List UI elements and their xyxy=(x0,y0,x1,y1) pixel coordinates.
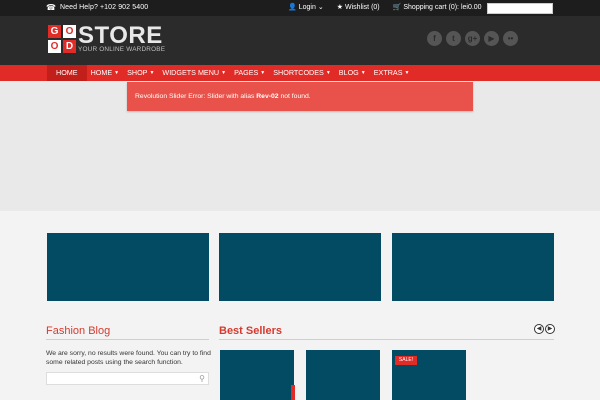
product-accent xyxy=(291,385,295,400)
nav-label: PAGES xyxy=(234,68,259,77)
chevron-down-icon: ▼ xyxy=(221,70,227,76)
logo-letter: D xyxy=(63,40,76,53)
best-sellers-title: Best Sellers xyxy=(219,325,282,337)
nav-item-extras[interactable]: EXTRAS ▼ xyxy=(370,65,414,81)
star-icon: ★ xyxy=(336,4,344,11)
chevron-down-icon: ▼ xyxy=(360,70,366,76)
blog-search-input[interactable]: ⚲ xyxy=(46,372,209,385)
facebook-icon[interactable]: f xyxy=(427,31,442,46)
chevron-down-icon: ▼ xyxy=(325,70,331,76)
site-logo[interactable]: G O O D STORE YOUR ONLINE WARDROBE xyxy=(48,22,165,56)
chevron-down-icon: ▼ xyxy=(114,70,120,76)
nav-label: SHORTCODES xyxy=(273,68,324,77)
blog-empty-message: We are sorry, no results were found. You… xyxy=(46,350,211,366)
nav-item-home[interactable]: HOME xyxy=(47,65,87,81)
login-label: Login xyxy=(298,3,316,11)
wishlist-link[interactable]: ★ Wishlist (0) xyxy=(336,3,380,12)
logo-letter: O xyxy=(48,40,61,53)
cart-label: Shopping cart (0): lei0.00 xyxy=(403,3,482,11)
nav-label: SHOP xyxy=(127,68,148,77)
nav-label: HOME xyxy=(56,68,78,77)
slider-error-message: Revolution Slider Error: Slider with ali… xyxy=(127,82,473,111)
account-links: 👤 Login ⌄ ★ Wishlist (0) 🛒 Shopping cart… xyxy=(288,3,482,12)
chevron-down-icon: ⌄ xyxy=(317,4,324,11)
nav-item-pages[interactable]: PAGES ▼ xyxy=(230,65,269,81)
cart-icon: 🛒 xyxy=(392,4,402,11)
chevron-down-icon: ▼ xyxy=(404,70,410,76)
cart-link[interactable]: 🛒 Shopping cart (0): lei0.00 xyxy=(392,3,482,12)
section-divider xyxy=(46,339,209,340)
nav-item-widgets-menu[interactable]: WIDGETS MENU ▼ xyxy=(158,65,230,81)
error-suffix: not found. xyxy=(278,93,311,100)
search-icon[interactable]: ⚲ xyxy=(199,374,205,383)
nav-label: EXTRAS xyxy=(373,68,403,77)
site-header: G O O D STORE YOUR ONLINE WARDROBE f t g… xyxy=(0,16,600,65)
nav-item-home-menu[interactable]: HOME ▼ xyxy=(87,65,124,81)
chevron-down-icon: ▼ xyxy=(260,70,266,76)
flickr-icon[interactable]: •• xyxy=(503,31,518,46)
chevron-down-icon: ▼ xyxy=(149,70,155,76)
promo-banner[interactable] xyxy=(219,233,381,301)
carousel-next-button[interactable]: ▶ xyxy=(545,324,555,334)
nav-label: HOME xyxy=(90,68,113,77)
product-card[interactable] xyxy=(306,350,380,400)
promo-banner[interactable] xyxy=(47,233,209,301)
wishlist-label: Wishlist (0) xyxy=(345,3,380,11)
youtube-icon[interactable]: ▶ xyxy=(484,31,499,46)
logo-boxes: G O O D xyxy=(48,25,76,53)
product-card[interactable] xyxy=(220,350,294,400)
carousel-prev-button[interactable]: ◀ xyxy=(534,324,544,334)
login-link[interactable]: 👤 Login ⌄ xyxy=(288,3,324,12)
top-search-input[interactable] xyxy=(487,3,553,14)
promo-banner[interactable] xyxy=(392,233,554,301)
top-bar: ☎ Need Help? +102 902 5400 👤 Login ⌄ ★ W… xyxy=(0,0,600,16)
logo-tagline: YOUR ONLINE WARDROBE xyxy=(78,46,166,53)
twitter-icon[interactable]: t xyxy=(446,31,461,46)
phone-icon: ☎ xyxy=(46,3,56,12)
social-links: f t g+ ▶ •• xyxy=(427,31,518,46)
user-icon: 👤 xyxy=(288,4,297,11)
nav-item-shortcodes[interactable]: SHORTCODES ▼ xyxy=(269,65,335,81)
google-plus-icon[interactable]: g+ xyxy=(465,31,480,46)
error-prefix: Revolution Slider Error: Slider with ali… xyxy=(135,93,257,100)
help-text: Need Help? +102 902 5400 xyxy=(59,4,149,11)
main-nav: HOME HOME ▼ SHOP ▼ WIDGETS MENU ▼ PAGES ▼ SH… xyxy=(0,65,600,81)
section-divider xyxy=(219,339,554,340)
logo-letter: G xyxy=(48,25,61,38)
nav-list: HOME HOME ▼ SHOP ▼ WIDGETS MENU ▼ PAGES ▼ SH… xyxy=(47,65,413,81)
error-alias: Rev-02 xyxy=(256,93,279,100)
nav-label: WIDGETS MENU xyxy=(162,68,220,77)
sale-badge: SALE! xyxy=(395,356,417,365)
logo-letter: O xyxy=(63,25,76,38)
nav-item-shop[interactable]: SHOP ▼ xyxy=(123,65,158,81)
fashion-blog-title: Fashion Blog xyxy=(46,325,111,337)
nav-item-blog[interactable]: BLOG ▼ xyxy=(335,65,370,81)
nav-label: BLOG xyxy=(338,68,359,77)
help-contact: ☎ Need Help? +102 902 5400 xyxy=(46,3,148,12)
